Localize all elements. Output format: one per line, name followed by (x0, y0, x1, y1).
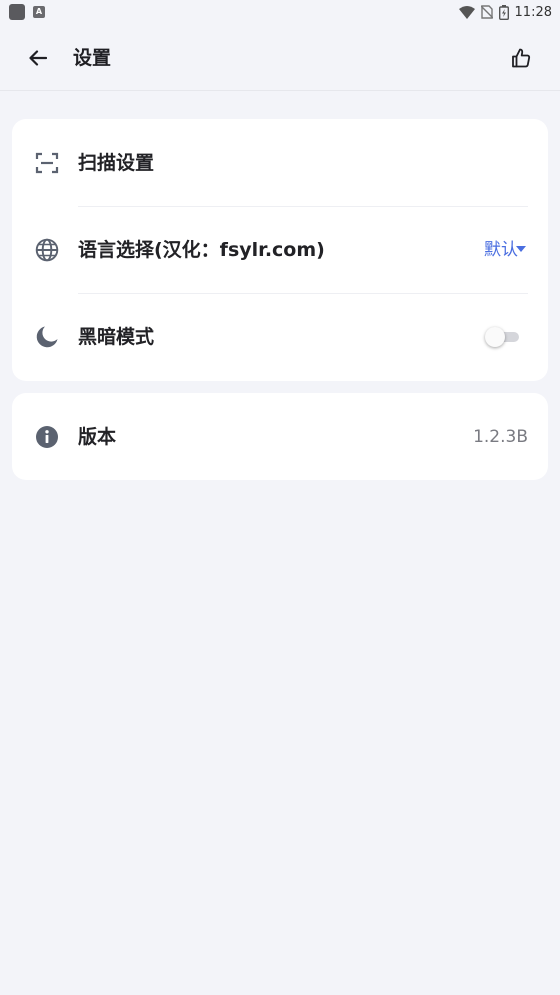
back-button[interactable] (24, 44, 52, 72)
scan-frame-icon (34, 150, 60, 176)
a-notification-icon: A (33, 6, 45, 18)
dark-mode-label: 黑暗模式 (78, 326, 155, 348)
wifi-icon (458, 5, 475, 19)
info-icon (34, 424, 60, 450)
language-label: 语言选择(汉化：fsylr.com) (78, 239, 325, 261)
page-title: 设置 (73, 47, 112, 69)
globe-icon (34, 237, 60, 263)
status-bar-notifications: A (9, 4, 45, 20)
dark-mode-row[interactable]: 黑暗模式 (12, 293, 548, 380)
app-bar: 设置 (0, 24, 560, 91)
battery-icon (498, 4, 509, 20)
toggle-thumb (485, 327, 505, 347)
moon-icon (34, 324, 60, 350)
version-value: 1.2.3B (473, 427, 528, 447)
app-notification-icon (9, 4, 25, 20)
like-button[interactable] (506, 44, 536, 72)
status-time: 11:28 (514, 4, 552, 20)
language-dropdown-value[interactable]: 默认 (484, 237, 518, 263)
language-row[interactable]: 语言选择(汉化：fsylr.com) 默认 (12, 206, 548, 293)
version-label: 版本 (78, 426, 117, 448)
dark-mode-toggle[interactable] (485, 327, 519, 347)
arrow-left-icon (29, 50, 47, 66)
status-bar-system: 11:28 (458, 4, 552, 20)
scan-settings-label: 扫描设置 (78, 152, 155, 174)
version-row[interactable]: 版本 1.2.3B (12, 393, 548, 480)
status-bar: A 11:28 (0, 0, 560, 24)
about-card: 版本 1.2.3B (12, 393, 548, 480)
no-sim-icon (480, 5, 493, 19)
settings-card: 扫描设置 语言选择(汉化：fsylr.com) 默认 黑暗模式 (12, 119, 548, 381)
caret-down-icon[interactable] (516, 246, 526, 252)
scan-settings-row[interactable]: 扫描设置 (12, 119, 548, 206)
thumbs-up-icon (512, 48, 531, 68)
